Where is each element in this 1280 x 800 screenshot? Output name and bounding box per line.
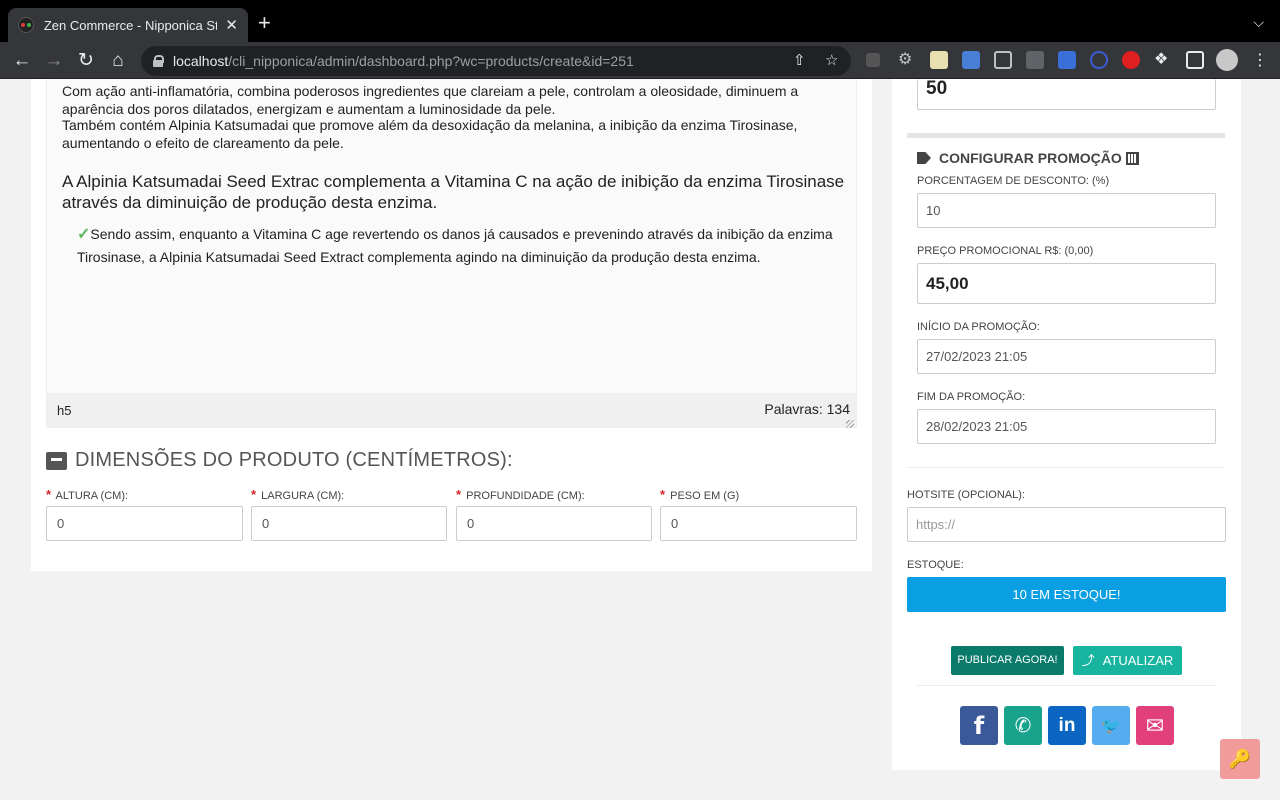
new-tab-button[interactable]: + xyxy=(258,12,271,34)
promo-title: CONFIGURAR PROMOÇÃO xyxy=(939,150,1122,166)
promo-start-label: INÍCIO DA PROMOÇÃO: xyxy=(917,321,1040,333)
rich-text-editor[interactable]: Com ação anti-inflamatória, combina pode… xyxy=(46,79,857,393)
email-share-icon[interactable]: ✉ xyxy=(1136,706,1174,745)
editor-heading: A Alpinia Katsumadai Seed Extrac complem… xyxy=(62,172,845,212)
calendar-icon xyxy=(1125,151,1139,165)
twitter-share-icon[interactable]: 🐦 xyxy=(1092,706,1130,745)
editor-check-paragraph: ✓Sendo assim, enquanto a Vitamina C age … xyxy=(77,223,842,268)
back-arrow-icon[interactable]: ← xyxy=(10,49,34,73)
required-mark: * xyxy=(456,487,462,502)
extension-translate-icon[interactable] xyxy=(962,51,980,69)
publish-now-button[interactable]: PUBLICAR AGORA! xyxy=(951,646,1064,675)
extension-pen-icon[interactable] xyxy=(866,53,880,67)
tab-close-icon[interactable]: ✕ xyxy=(225,16,238,34)
editor-paragraph: Com ação anti-inflamatória, combina pode… xyxy=(62,83,799,117)
whatsapp-share-icon[interactable]: ✆ xyxy=(1004,706,1042,745)
required-mark: * xyxy=(660,487,666,502)
browser-menu-icon[interactable]: ⋮ xyxy=(1248,49,1272,73)
promo-price-label: PREÇO PROMOCIONAL R$: (0,00) xyxy=(917,245,1094,257)
discount-input[interactable]: 10 xyxy=(917,193,1216,228)
tab-title: Zen Commerce - Nipponica Store xyxy=(43,17,218,33)
hotsite-label: HOTSITE (OPCIONAL): xyxy=(907,489,1025,501)
promo-price-input[interactable]: 45,00 xyxy=(917,263,1216,304)
profile-avatar[interactable] xyxy=(1216,49,1238,71)
divider xyxy=(917,685,1216,686)
editor-paragraph: Também contém Alpinia Katsumadai que pro… xyxy=(62,117,798,151)
hotsite-input[interactable]: https:// xyxy=(907,507,1226,542)
editor-resize-handle[interactable] xyxy=(846,420,854,428)
extension-record-icon[interactable] xyxy=(1122,51,1140,69)
editor-element-path[interactable]: h5 xyxy=(57,403,71,418)
weight-label: * PESO EM (G) xyxy=(660,487,740,502)
promo-start-input[interactable]: 27/02/2023 21:05 xyxy=(917,339,1216,374)
extension-gear-icon[interactable]: ⚙ xyxy=(898,49,916,68)
depth-label: * PROFUNDIDADE (CM): xyxy=(456,487,585,502)
tag-icon xyxy=(917,152,931,164)
stock-label: ESTOQUE: xyxy=(907,559,964,571)
editor-check-text: Sendo assim, enquanto a Vitamina C age r… xyxy=(77,226,833,265)
url-path: /cli_nipponica/admin/dashboard.php?wc=pr… xyxy=(228,53,634,69)
height-input[interactable]: 0 xyxy=(46,506,243,541)
browser-toolbar: ← → ↻ ⌂ localhost/cli_nipponica/admin/da… xyxy=(0,42,1280,79)
divider xyxy=(907,467,1225,468)
promo-end-input[interactable]: 28/02/2023 21:05 xyxy=(917,409,1216,444)
lock-icon xyxy=(153,55,164,67)
browser-tabstrip: Zen Commerce - Nipponica Store ✕ + ⌵ xyxy=(0,0,1280,42)
extension-sheet-icon[interactable] xyxy=(930,51,948,69)
update-button[interactable]: ⤴ ATUALIZAR xyxy=(1073,646,1182,675)
weight-input[interactable]: 0 xyxy=(660,506,857,541)
word-count: Palavras: 134 xyxy=(764,401,850,417)
width-label: * LARGURA (CM): xyxy=(251,487,345,502)
promo-section-title: CONFIGURAR PROMOÇÃO xyxy=(917,150,1139,166)
reload-icon[interactable]: ↻ xyxy=(74,49,98,73)
extensions-puzzle-icon[interactable]: ❖ xyxy=(1154,49,1172,68)
stock-button[interactable]: 10 EM ESTOQUE! xyxy=(907,577,1226,612)
share-page-icon[interactable]: ⇧ xyxy=(793,51,806,69)
promo-end-label: FIM DA PROMOÇÃO: xyxy=(917,391,1026,403)
update-button-label: ATUALIZAR xyxy=(1102,653,1174,668)
price-input[interactable]: 50 xyxy=(917,79,1216,110)
dimensions-title: DIMENSÕES DO PRODUTO (CENTÍMETROS): xyxy=(75,449,513,471)
section-divider xyxy=(907,133,1225,138)
tab-search-chevron-icon[interactable]: ⌵ xyxy=(1253,14,1264,31)
width-input[interactable]: 0 xyxy=(251,506,447,541)
archive-box-icon xyxy=(46,451,67,470)
side-panel-icon[interactable] xyxy=(1186,51,1204,69)
height-label: * ALTURA (CM): xyxy=(46,487,129,502)
url-host: localhost xyxy=(173,53,229,69)
extension-doc-icon[interactable] xyxy=(1058,51,1076,69)
key-floating-button[interactable]: 🔑 xyxy=(1220,739,1260,779)
facebook-share-icon[interactable]: f xyxy=(960,706,998,745)
editor-statusbar: h5 Palavras: 134 xyxy=(46,393,857,428)
extension-image-icon[interactable] xyxy=(994,51,1012,69)
bookmark-star-icon[interactable]: ☆ xyxy=(825,51,838,69)
home-icon[interactable]: ⌂ xyxy=(106,49,130,73)
address-bar[interactable]: localhost/cli_nipponica/admin/dashboard.… xyxy=(141,46,851,76)
required-mark: * xyxy=(46,487,52,502)
extension-search-icon[interactable] xyxy=(1090,51,1108,69)
depth-input[interactable]: 0 xyxy=(456,506,652,541)
checkmark-icon: ✓ xyxy=(77,226,91,243)
discount-label: PORCENTAGEM DE DESCONTO: (%) xyxy=(917,175,1110,187)
linkedin-share-icon[interactable]: in xyxy=(1048,706,1086,745)
browser-tab-active[interactable]: Zen Commerce - Nipponica Store ✕ xyxy=(8,8,248,42)
site-favicon-icon xyxy=(18,17,34,33)
dimensions-section-title: DIMENSÕES DO PRODUTO (CENTÍMETROS): xyxy=(46,449,513,472)
required-mark: * xyxy=(251,487,257,502)
forward-arrow-icon[interactable]: → xyxy=(42,49,66,73)
share-square-icon: ⤴ xyxy=(1081,653,1095,668)
extension-code-icon[interactable] xyxy=(1026,51,1044,69)
